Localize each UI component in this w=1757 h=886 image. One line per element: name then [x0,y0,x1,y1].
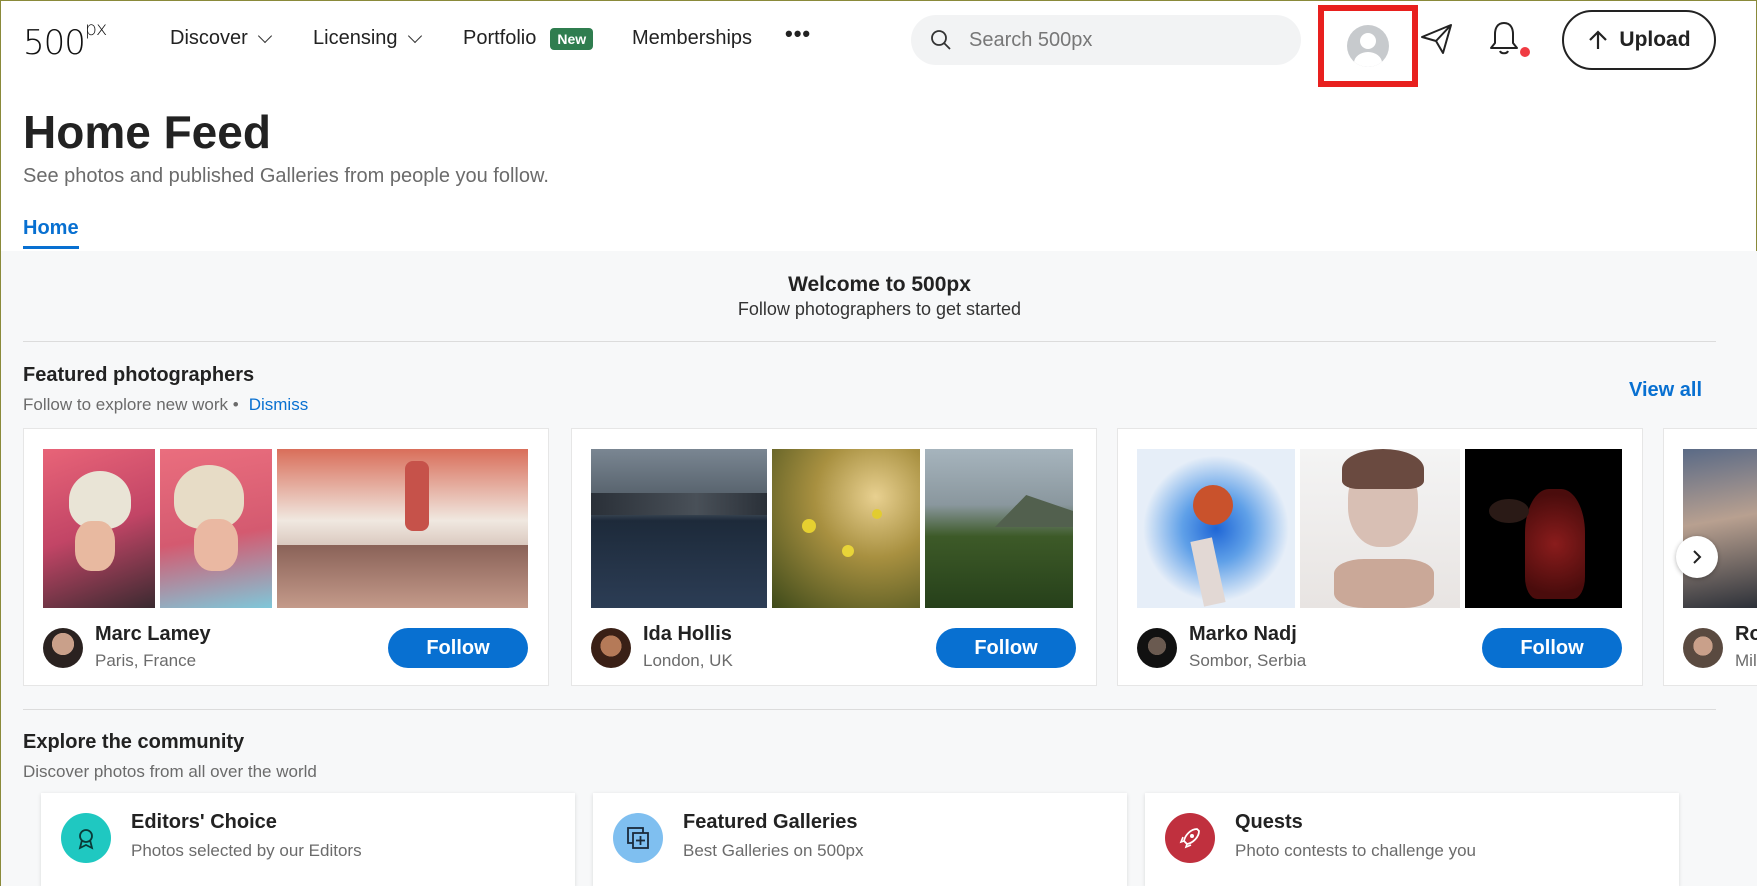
nav-discover-label: Discover [170,27,248,49]
featured-subtitle: Follow to explore new work • Dismiss [23,395,309,414]
photographer-name[interactable]: Ida Hollis [643,623,732,646]
search-icon [931,30,951,50]
photographer-location: London, UK [643,651,733,670]
avatar[interactable] [591,628,631,668]
more-menu-button[interactable]: ••• [785,21,811,47]
notifications-bell-icon[interactable] [1487,19,1521,57]
photo-thumbnail[interactable] [1300,449,1460,608]
divider [23,341,1716,342]
search-input[interactable] [969,28,1269,52]
avatar[interactable] [1137,628,1177,668]
chevron-down-icon [407,28,422,44]
card-title: Quests [1235,811,1303,833]
photographer-location: Sombor, Serbia [1189,651,1307,670]
carousel-next-button[interactable] [1676,536,1718,578]
dismiss-link[interactable]: Dismiss [249,395,309,414]
photographer-name[interactable]: Marko Nadj [1189,623,1297,646]
search-bar[interactable] [911,15,1301,65]
nav-memberships-label: Memberships [632,27,753,49]
divider [23,709,1716,710]
logo[interactable]: 500px [23,18,107,63]
photo-thumbnail[interactable] [925,449,1073,608]
card-title: Featured Galleries [683,811,858,833]
photo-thumbnail[interactable] [277,449,528,608]
card-subtitle: Photo contests to challenge you [1235,841,1476,860]
page-title: Home Feed [23,106,271,158]
follow-button[interactable]: Follow [388,628,528,668]
view-all-link[interactable]: View all [1629,379,1702,402]
quests-card[interactable]: Quests Photo contests to challenge you [1145,793,1679,886]
follow-button[interactable]: Follow [1482,628,1622,668]
photo-thumbnail[interactable] [43,449,155,608]
nav-licensing[interactable]: Licensing [313,27,422,50]
new-badge: New [550,27,594,50]
explore-subtitle: Discover photos from all over the world [23,762,317,781]
upload-button[interactable]: Upload [1562,10,1716,70]
photographer-name[interactable]: Ro [1735,623,1757,646]
avatar[interactable] [1683,628,1723,668]
gallery-add-icon [613,813,663,863]
featured-galleries-card[interactable]: Featured Galleries Best Galleries on 500… [593,793,1127,886]
photographer-name[interactable]: Marc Lamey [95,623,211,646]
photographer-card[interactable]: Marc Lamey Paris, France Follow [23,428,549,686]
chevron-down-icon [257,28,272,44]
page-subtitle: See photos and published Galleries from … [23,165,549,187]
photo-thumbnail[interactable] [772,449,920,608]
chevron-right-icon [1693,550,1702,564]
photo-thumbnail[interactable] [1137,449,1295,608]
send-message-icon[interactable] [1419,21,1455,57]
welcome-subtitle: Follow photographers to get started [737,299,1022,319]
photographer-card[interactable]: Ida Hollis London, UK Follow [571,428,1097,686]
card-subtitle: Photos selected by our Editors [131,841,362,860]
upload-label: Upload [1619,28,1691,51]
photo-thumbnail[interactable] [1465,449,1622,608]
tab-home[interactable]: Home [23,217,79,249]
notification-dot [1520,47,1530,57]
nav-licensing-label: Licensing [313,27,398,49]
photo-thumbnail[interactable] [160,449,272,608]
photo-thumbnail[interactable] [591,449,767,608]
award-icon [61,813,111,863]
photo-thumbnail[interactable] [1683,449,1757,608]
nav-portfolio-label: Portfolio [463,27,537,49]
follow-button[interactable]: Follow [936,628,1076,668]
profile-avatar-button[interactable] [1318,5,1418,87]
avatar[interactable] [43,628,83,668]
photographer-location: Mil [1735,651,1757,670]
card-subtitle: Best Galleries on 500px [683,841,864,860]
photographer-location: Paris, France [95,651,197,670]
explore-title: Explore the community [23,731,245,753]
avatar [1347,25,1389,67]
featured-title: Featured photographers [23,364,255,386]
welcome-title: Welcome to 500px [788,273,971,296]
rocket-icon [1165,813,1215,863]
card-title: Editors' Choice [131,811,277,833]
nav-memberships[interactable]: Memberships [632,27,752,50]
photographer-card[interactable]: Marko Nadj Sombor, Serbia Follow [1117,428,1643,686]
nav-discover[interactable]: Discover [170,27,272,50]
editors-choice-card[interactable]: Editors' Choice Photos selected by our E… [41,793,575,886]
top-nav: 500px Discover Licensing Portfolio New M… [1,1,1757,87]
nav-portfolio[interactable]: Portfolio New [463,27,594,50]
arrow-up-icon [1589,30,1608,49]
